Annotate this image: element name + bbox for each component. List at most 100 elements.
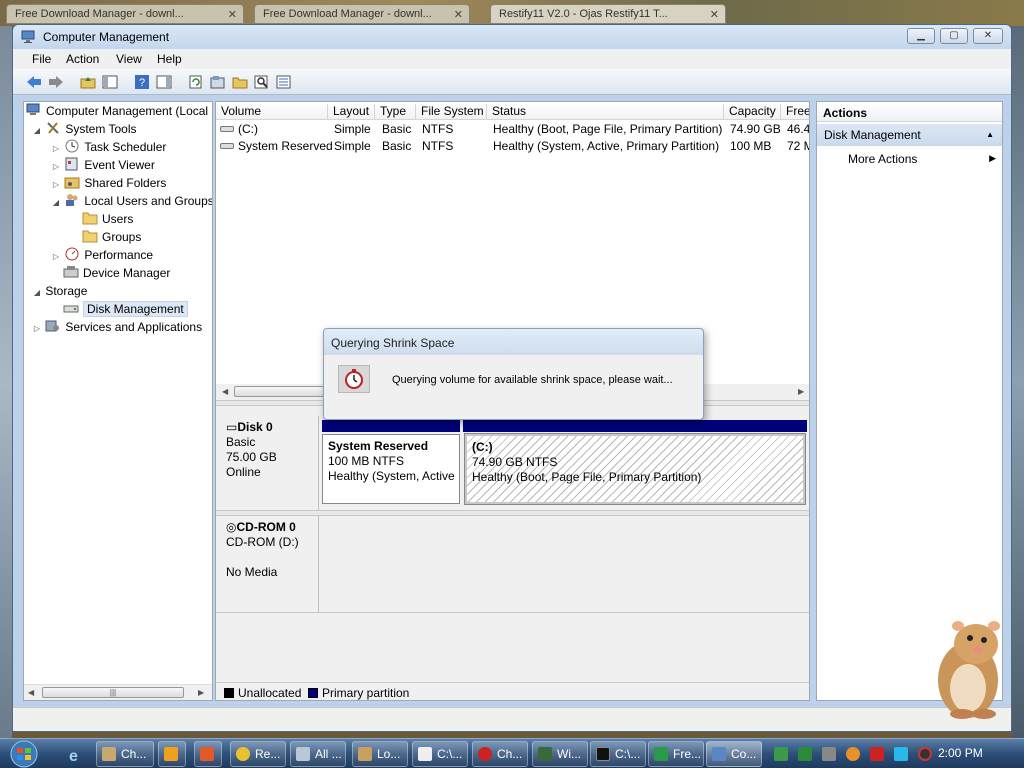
taskbar-task[interactable]: Re...: [230, 741, 286, 767]
tray-app-icon[interactable]: [798, 747, 812, 761]
maximize-button[interactable]: ▢: [940, 28, 968, 44]
taskbar-task[interactable]: Wi...: [532, 741, 588, 767]
dialog-message: Querying volume for available shrink spa…: [392, 374, 673, 386]
tree-item-computer-management[interactable]: Computer Management (Local: [26, 102, 208, 120]
cdrom-0-label[interactable]: ◎CD-ROM 0 CD-ROM (D:) No Media: [218, 516, 319, 612]
properties-icon[interactable]: [209, 73, 227, 91]
tree-item-shared-folders[interactable]: ▷ Shared Folders: [51, 174, 166, 192]
menu-view[interactable]: View: [116, 52, 142, 66]
tray-settings-icon[interactable]: [822, 747, 836, 761]
file-system-cell: NTFS: [422, 139, 454, 153]
taskbar-task[interactable]: C:\...: [412, 741, 468, 767]
internet-explorer-icon: e: [69, 748, 78, 765]
taskbar-task[interactable]: Fre...: [648, 741, 704, 767]
menu-action[interactable]: Action: [66, 52, 99, 66]
help-icon[interactable]: ?: [133, 73, 151, 91]
tree-item-system-tools[interactable]: ◢ System Tools: [32, 120, 137, 140]
table-row[interactable]: System Reserved Simple Basic NTFS Health…: [216, 138, 809, 155]
menu-file[interactable]: File: [32, 52, 51, 66]
tree-item-storage[interactable]: ◢ Storage: [32, 282, 87, 300]
tree-label: Performance: [84, 248, 154, 262]
more-actions-menu-item[interactable]: More Actions ▶: [817, 150, 1002, 168]
tray-flag-icon[interactable]: [870, 747, 884, 761]
taskbar-task[interactable]: Lo...: [352, 741, 408, 767]
tree-horizontal-scrollbar[interactable]: ◀ ||| ▶: [24, 684, 212, 700]
menu-help[interactable]: Help: [157, 52, 182, 66]
column-header-capacity[interactable]: Capacity: [724, 104, 781, 120]
collapse-triangle-icon[interactable]: ▲: [986, 130, 994, 139]
tree-item-device-manager[interactable]: Device Manager: [63, 264, 170, 282]
close-button[interactable]: ✕: [973, 28, 1003, 44]
back-arrow-icon[interactable]: [25, 73, 43, 91]
partition-c[interactable]: (C:) 74.90 GB NTFS Healthy (Boot, Page F…: [464, 433, 806, 505]
tree-item-task-scheduler[interactable]: ▷ Task Scheduler: [51, 138, 166, 156]
close-icon[interactable]: ✕: [228, 8, 237, 21]
disk-settings-icon[interactable]: [275, 73, 293, 91]
taskbar-ie-button[interactable]: e: [62, 741, 90, 767]
column-header-type[interactable]: Type: [375, 104, 416, 120]
taskbar-task[interactable]: C:\...: [590, 741, 646, 767]
disk-size: 75.00 GB: [226, 450, 277, 464]
scroll-left-arrow-icon[interactable]: ◀: [28, 688, 34, 697]
tree-item-disk-management[interactable]: Disk Management: [63, 300, 188, 318]
dialog-title[interactable]: Querying Shrink Space: [324, 329, 703, 355]
partition-system-reserved[interactable]: System Reserved 100 MB NTFS Healthy (Sys…: [322, 434, 460, 504]
background-browser-tab[interactable]: Free Download Manager - downl... ✕: [6, 4, 244, 24]
scroll-right-arrow-icon[interactable]: ▶: [798, 387, 804, 396]
column-header-layout[interactable]: Layout: [328, 104, 375, 120]
up-folder-icon[interactable]: [79, 73, 97, 91]
scroll-left-arrow-icon[interactable]: ◀: [222, 387, 228, 396]
show-hide-action-pane-icon[interactable]: [155, 73, 173, 91]
tab-label: Free Download Manager - downl...: [15, 8, 184, 20]
title-bar[interactable]: Computer Management ▁ ▢ ✕: [13, 25, 1011, 49]
taskbar-task[interactable]: Ch...: [472, 741, 528, 767]
tree-item-services-applications[interactable]: ▷ Services and Applications: [32, 318, 202, 336]
tray-search-icon[interactable]: [846, 747, 860, 761]
expand-triangle-icon[interactable]: ▷: [32, 320, 42, 338]
column-header-file-system[interactable]: File System: [416, 104, 487, 120]
open-folder-icon[interactable]: [231, 73, 249, 91]
background-browser-tab[interactable]: Restify11 V2.0 - Ojas Restify11 T... ✕: [490, 4, 726, 24]
expand-triangle-icon[interactable]: ▷: [51, 248, 61, 266]
refresh-icon[interactable]: [187, 73, 205, 91]
taskbar-task[interactable]: [158, 741, 186, 767]
taskbar-task[interactable]: All ...: [290, 741, 346, 767]
taskbar-clock[interactable]: 2:00 PM: [938, 746, 983, 760]
scrollbar-thumb[interactable]: |||: [42, 687, 184, 698]
tray-record-icon[interactable]: [918, 747, 932, 761]
table-row[interactable]: (C:) Simple Basic NTFS Healthy (Boot, Pa…: [216, 121, 809, 138]
scrollbar-thumb[interactable]: [234, 386, 324, 397]
disk-0-label[interactable]: ▭Disk 0 Basic 75.00 GB Online: [218, 416, 319, 510]
hamster-desktop-pet-icon[interactable]: [922, 614, 1010, 720]
taskbar-task[interactable]: [194, 741, 222, 767]
scroll-right-arrow-icon[interactable]: ▶: [198, 688, 204, 697]
tree-item-users[interactable]: Users: [82, 210, 133, 228]
column-header-volume[interactable]: Volume: [216, 104, 328, 120]
tree-item-groups[interactable]: Groups: [82, 228, 141, 246]
tray-display-icon[interactable]: [894, 747, 908, 761]
collapse-triangle-icon[interactable]: ◢: [51, 194, 61, 212]
taskbar-task[interactable]: Ch...: [96, 741, 154, 767]
collapse-triangle-icon[interactable]: ◢: [32, 122, 42, 140]
collapse-triangle-icon[interactable]: ◢: [32, 284, 42, 302]
start-button[interactable]: [4, 740, 44, 768]
volume-cell: (C:): [220, 122, 258, 136]
background-browser-tab[interactable]: Free Download Manager - downl... ✕: [254, 4, 470, 24]
tree-item-performance[interactable]: ▷ Performance: [51, 246, 153, 264]
minimize-button[interactable]: ▁: [907, 28, 935, 44]
column-header-free[interactable]: Free: [781, 104, 809, 120]
column-header-status[interactable]: Status: [487, 104, 724, 120]
forward-arrow-icon[interactable]: [47, 73, 65, 91]
close-icon[interactable]: ✕: [454, 8, 463, 21]
primary-partition-swatch: [308, 688, 318, 698]
show-hide-console-tree-icon[interactable]: [101, 73, 119, 91]
actions-section-disk-management[interactable]: Disk Management ▲: [817, 124, 1002, 146]
tree-item-event-viewer[interactable]: ▷ Event Viewer: [51, 156, 155, 174]
search-icon[interactable]: [253, 73, 271, 91]
tree-item-local-users-groups[interactable]: ◢ Local Users and Groups: [51, 192, 212, 212]
close-icon[interactable]: ✕: [710, 8, 719, 21]
taskbar-task-computer-management[interactable]: Co...: [706, 741, 762, 767]
partition-size: 74.90 GB NTFS: [472, 455, 558, 469]
tray-network-icon[interactable]: [774, 747, 788, 761]
layout-cell: Simple: [334, 139, 371, 153]
